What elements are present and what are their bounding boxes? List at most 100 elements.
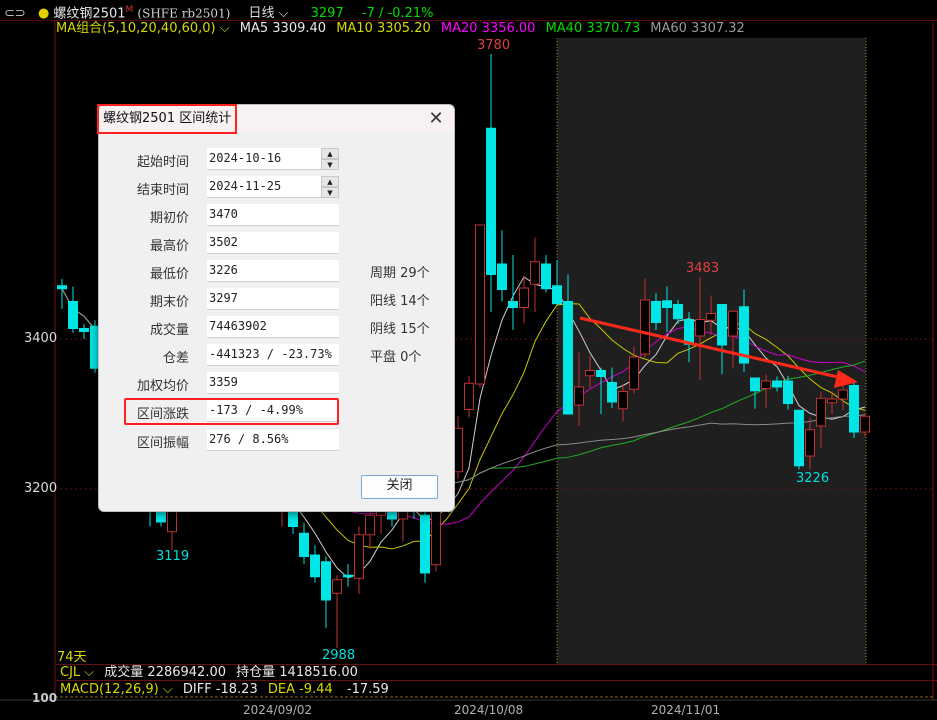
candle-up <box>629 356 639 390</box>
candle-up <box>805 429 815 457</box>
candle-down <box>596 370 606 377</box>
spin-down-icon[interactable]: ▼ <box>321 187 339 198</box>
candle-up <box>761 380 771 389</box>
exchange-code: (SHFE rb2501) <box>137 6 231 21</box>
local-high-label: 3483 <box>686 261 720 276</box>
candle-down <box>486 127 496 275</box>
candle-down <box>772 380 782 388</box>
value-field: 3226 <box>207 260 339 282</box>
date-input[interactable]: 2024-11-25 <box>207 176 339 198</box>
field-label: 最高价 <box>149 239 189 254</box>
sub-axis-label: 100 <box>32 691 58 705</box>
status-dot-icon: ● <box>37 6 50 22</box>
candle-down <box>541 263 551 290</box>
candle-up <box>530 261 540 285</box>
ma-combo-label: MA组合(5,10,20,40,60,0) <box>56 21 216 36</box>
top-bar: ⊂⊃ ● 螺纹钢2501M (SHFE rb2501) 日线 ⌵ 3297 -7… <box>0 0 937 21</box>
stat-periods: 周期 29个 <box>370 266 430 281</box>
value-field: 3502 <box>207 232 339 254</box>
candle-down <box>299 532 309 557</box>
candle-down <box>662 300 672 308</box>
ma5-value: MA5 3309.40 <box>239 21 327 36</box>
field-label: 成交量 <box>149 323 189 338</box>
candle-up <box>332 579 342 594</box>
chevron-down-icon: ⌵ <box>84 665 95 680</box>
cjl-label: CJL <box>60 665 81 680</box>
field-label: 仓差 <box>162 351 189 366</box>
field-label: 结束时间 <box>136 183 189 198</box>
candle-down <box>750 377 760 392</box>
candle-down <box>310 554 320 578</box>
candle-down <box>849 385 859 433</box>
value-field: 74463902 <box>207 316 339 338</box>
date-axis-label: 2024/09/02 <box>243 703 313 717</box>
price-axis-label: 3200 <box>24 481 58 496</box>
spin-up-icon[interactable]: ▲ <box>321 176 339 187</box>
spin-down-icon[interactable]: ▼ <box>321 159 339 170</box>
ma-legend: MA组合(5,10,20,40,60,0) ⌵ MA5 3309.40 MA10… <box>56 20 745 38</box>
interval-stats-dialog: 螺纹钢2501 区间统计 ✕ 起始时间 2024-10-16 ▲ ▼ 结束时间 2024-… <box>97 104 455 512</box>
cjl-selector[interactable]: CJL ⌵ <box>60 665 94 680</box>
candle-down <box>552 285 562 305</box>
field-label: 期末价 <box>149 295 189 310</box>
dea-value: DEA -9.44 <box>267 682 333 697</box>
low-label: 2988 <box>322 648 356 663</box>
highlight-region <box>557 38 866 664</box>
candle-down <box>343 574 353 578</box>
stat-down-candles: 阴线 15个 <box>370 322 430 337</box>
date-input[interactable]: 2024-10-16 <box>207 148 339 170</box>
candle-down <box>497 263 507 290</box>
diff-value: DIFF -18.23 <box>182 682 258 697</box>
candle-up <box>706 313 716 321</box>
volume-value: 成交量 2286942.00 <box>104 665 227 680</box>
candle-down <box>673 304 683 320</box>
link-icon[interactable]: ⊂⊃ <box>4 6 26 21</box>
candle-up <box>695 319 705 337</box>
candle-up <box>827 398 837 404</box>
ma60-value: MA60 3307.32 <box>650 21 745 36</box>
candle-up <box>728 310 738 337</box>
ma10-value: MA10 3305.20 <box>336 21 431 36</box>
low-label: 3119 <box>156 549 190 564</box>
value-field: 3297 <box>207 288 339 310</box>
candle-down <box>684 319 694 345</box>
candle-down <box>79 328 89 332</box>
value-field: -441323 / -23.73% <box>207 344 339 366</box>
candle-down <box>563 301 573 415</box>
candle-up <box>640 299 650 355</box>
close-icon[interactable]: ✕ <box>424 107 448 131</box>
candle-down <box>508 301 518 308</box>
candle-up <box>838 389 848 400</box>
candle-up <box>618 391 628 410</box>
day-count: 74天 <box>57 650 87 665</box>
ma-combo-selector[interactable]: MA组合(5,10,20,40,60,0) ⌵ <box>56 21 230 36</box>
candle-up <box>519 287 529 308</box>
symbol-badge: M <box>125 5 134 15</box>
candle-down <box>717 304 727 346</box>
open-interest-value: 持仓量 1418516.00 <box>236 665 358 680</box>
chevron-down-icon: ⌵ <box>162 682 173 697</box>
macd-indicator-bar: MACD(12,26,9) ⌵ DIFF -18.23 DEA -9.44 -1… <box>56 680 937 698</box>
value-field: 276 / 8.56% <box>207 429 339 451</box>
local-low-label: 3226 <box>796 471 830 486</box>
spin-up-icon[interactable]: ▲ <box>321 148 339 159</box>
field-label: 加权均价 <box>136 379 189 394</box>
macd-selector[interactable]: MACD(12,26,9) ⌵ <box>60 682 173 697</box>
highlight-box <box>124 398 339 425</box>
value-field: 3470 <box>207 204 339 226</box>
field-label: 区间振幅 <box>136 436 189 451</box>
date-axis-label: 2024/10/08 <box>454 703 524 717</box>
ma40-value: MA40 3370.73 <box>545 21 641 36</box>
value-field: 3359 <box>207 372 339 394</box>
candle-down <box>420 514 430 574</box>
candle-down <box>68 301 78 329</box>
field-label: 起始时间 <box>136 155 189 170</box>
candle-up <box>365 514 375 536</box>
macd-label: MACD(12,26,9) <box>60 682 159 697</box>
close-button[interactable]: 关闭 <box>361 475 438 499</box>
field-label: 最低价 <box>149 267 189 282</box>
macd-value: -17.59 <box>346 682 389 697</box>
candle-up <box>464 382 474 410</box>
candle-up <box>354 534 364 579</box>
candle-up <box>860 415 870 433</box>
